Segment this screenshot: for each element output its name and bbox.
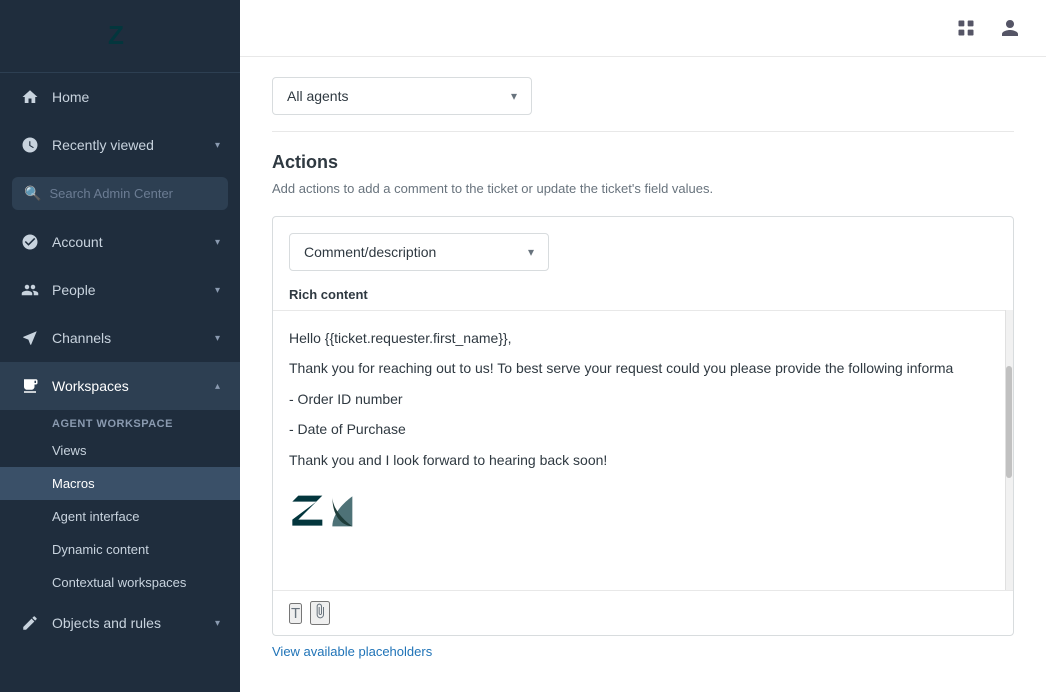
sidebar-navigation: Home Recently viewed ▾ 🔍 Account ▾ xyxy=(0,73,240,692)
views-label: Views xyxy=(52,443,86,458)
attachment-button[interactable] xyxy=(310,601,330,625)
sidebar-item-agent-interface[interactable]: Agent interface xyxy=(0,500,240,533)
attachment-icon xyxy=(312,603,328,623)
sidebar-item-account[interactable]: Account ▾ xyxy=(0,218,240,266)
channels-chevron-icon: ▾ xyxy=(215,333,220,344)
editor-area[interactable]: Hello {{ticket.requester.first_name}}, T… xyxy=(273,310,1013,590)
sidebar-item-people-label: People xyxy=(52,282,96,298)
editor-line-3: - Order ID number xyxy=(289,388,993,410)
sidebar-item-people[interactable]: People ▾ xyxy=(0,266,240,314)
top-bar xyxy=(240,0,1046,57)
objects-chevron-icon: ▾ xyxy=(215,618,220,629)
agent-dropdown-value: All agents xyxy=(287,88,348,104)
grid-icon[interactable] xyxy=(950,12,982,44)
sidebar-item-recently-viewed-label: Recently viewed xyxy=(52,137,154,153)
search-input[interactable] xyxy=(49,186,216,201)
section-divider xyxy=(272,131,1014,132)
chevron-down-icon: ▾ xyxy=(215,140,220,151)
sidebar-item-views[interactable]: Views xyxy=(0,434,240,467)
text-format-icon: T xyxy=(291,605,300,622)
editor-line-4: - Date of Purchase xyxy=(289,418,993,440)
editor-scrollbar-thumb[interactable] xyxy=(1006,366,1012,478)
account-icon xyxy=(20,232,40,252)
comment-dropdown[interactable]: Comment/description ▾ xyxy=(289,233,549,271)
agent-dropdown[interactable]: All agents ▾ xyxy=(272,77,532,115)
workspaces-subnav-header: Agent workspace xyxy=(0,410,240,434)
people-icon xyxy=(20,280,40,300)
search-icon: 🔍 xyxy=(24,185,41,202)
sidebar-item-macros[interactable]: Macros xyxy=(0,467,240,500)
clock-icon xyxy=(20,135,40,155)
sidebar: Z Home Recently viewed ▾ 🔍 xyxy=(0,0,240,692)
rich-content-label: Rich content xyxy=(273,287,1013,310)
sidebar-item-recently-viewed[interactable]: Recently viewed ▾ xyxy=(0,121,240,169)
editor-line-1: Hello {{ticket.requester.first_name}}, xyxy=(289,327,993,349)
zendesk-logo-in-editor xyxy=(289,483,993,549)
actions-section-title: Actions xyxy=(272,152,1014,173)
agent-dropdown-arrow-icon: ▾ xyxy=(511,89,517,103)
editor-line-5: Thank you and I look forward to hearing … xyxy=(289,449,993,471)
workspaces-chevron-icon: ▴ xyxy=(215,381,220,392)
workspaces-subnav: Agent workspace Views Macros Agent inter… xyxy=(0,410,240,599)
home-icon xyxy=(20,87,40,107)
view-placeholders-link[interactable]: View available placeholders xyxy=(272,644,432,659)
editor-scroll-container: Hello {{ticket.requester.first_name}}, T… xyxy=(273,310,1013,590)
editor-scrollbar[interactable] xyxy=(1005,310,1013,590)
main-content: All agents ▾ Actions Add actions to add … xyxy=(240,0,1046,692)
comment-dropdown-arrow-icon: ▾ xyxy=(528,245,534,259)
dynamic-content-label: Dynamic content xyxy=(52,542,149,557)
editor-line-2: Thank you for reaching out to us! To bes… xyxy=(289,357,993,379)
sidebar-item-home-label: Home xyxy=(52,89,89,105)
zendesk-logo-svg xyxy=(289,483,369,543)
people-chevron-icon: ▾ xyxy=(215,285,220,296)
sidebar-item-contextual-workspaces[interactable]: Contextual workspaces xyxy=(0,566,240,599)
channels-icon xyxy=(20,328,40,348)
account-chevron-icon: ▾ xyxy=(215,237,220,248)
svg-text:Z: Z xyxy=(108,20,124,50)
agent-interface-label: Agent interface xyxy=(52,509,139,524)
sidebar-item-workspaces-label: Workspaces xyxy=(52,378,129,394)
objects-icon xyxy=(20,613,40,633)
user-icon[interactable] xyxy=(994,12,1026,44)
sidebar-logo: Z xyxy=(0,0,240,73)
sidebar-item-objects-and-rules[interactable]: Objects and rules ▾ xyxy=(0,599,240,647)
editor-toolbar: T xyxy=(273,590,1013,635)
content-area: All agents ▾ Actions Add actions to add … xyxy=(240,57,1046,692)
sidebar-item-channels-label: Channels xyxy=(52,330,111,346)
actions-section-description: Add actions to add a comment to the tick… xyxy=(272,181,1014,196)
sidebar-item-workspaces[interactable]: Workspaces ▴ xyxy=(0,362,240,410)
search-admin-center[interactable]: 🔍 xyxy=(12,177,228,210)
zendesk-logo-icon: Z xyxy=(100,16,140,56)
sidebar-item-home[interactable]: Home xyxy=(0,73,240,121)
sidebar-item-objects-label: Objects and rules xyxy=(52,615,161,631)
workspaces-icon xyxy=(20,376,40,396)
sidebar-item-account-label: Account xyxy=(52,234,103,250)
macros-label: Macros xyxy=(52,476,95,491)
action-container: Comment/description ▾ Rich content Hello… xyxy=(272,216,1014,636)
text-format-button[interactable]: T xyxy=(289,603,302,624)
sidebar-item-dynamic-content[interactable]: Dynamic content xyxy=(0,533,240,566)
sidebar-item-channels[interactable]: Channels ▾ xyxy=(0,314,240,362)
contextual-workspaces-label: Contextual workspaces xyxy=(52,575,186,590)
comment-dropdown-value: Comment/description xyxy=(304,244,436,260)
